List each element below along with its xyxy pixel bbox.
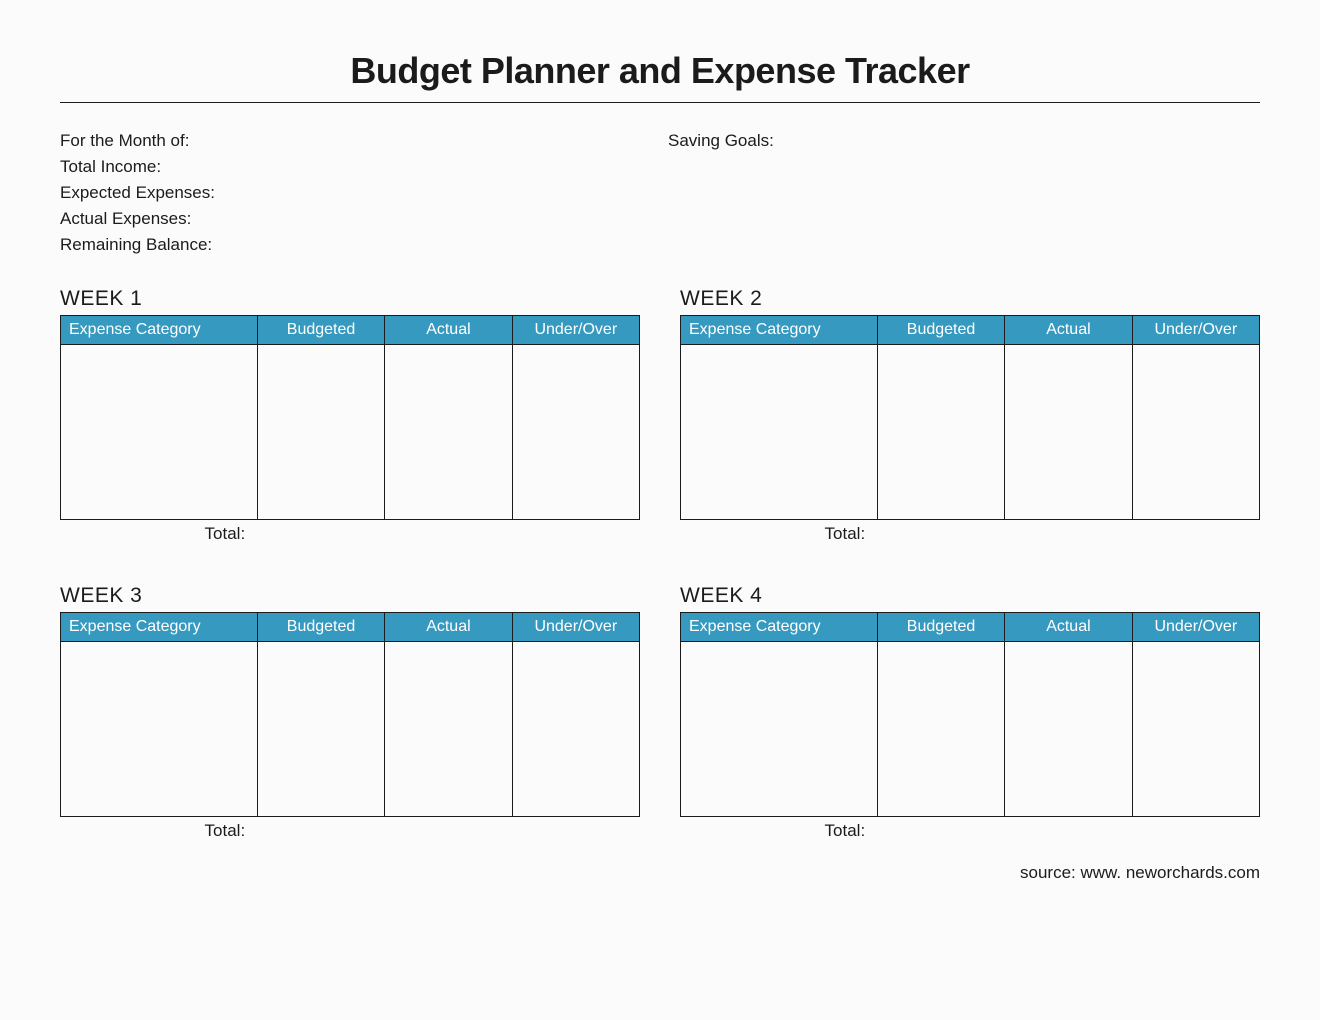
- week-title: WEEK 2: [680, 287, 1260, 311]
- table-row: [681, 345, 1260, 520]
- cell-actual: [385, 642, 512, 817]
- cell-actual: [1005, 642, 1132, 817]
- col-header-budgeted: Budgeted: [257, 316, 384, 345]
- col-header-budgeted: Budgeted: [877, 316, 1004, 345]
- cell-category: [681, 345, 878, 520]
- page-title: Budget Planner and Expense Tracker: [60, 50, 1260, 103]
- week-table: Expense Category Budgeted Actual Under/O…: [60, 612, 640, 817]
- meta-section: For the Month of: Total Income: Expected…: [60, 131, 1260, 255]
- cell-category: [681, 642, 878, 817]
- table-row: [61, 345, 640, 520]
- weeks-grid: WEEK 1 Expense Category Budgeted Actual …: [60, 287, 1260, 841]
- col-header-category: Expense Category: [61, 613, 258, 642]
- cell-under-over: [1132, 642, 1259, 817]
- total-row: Total:: [60, 524, 640, 544]
- col-header-under-over: Under/Over: [1132, 316, 1259, 345]
- total-label: Total:: [60, 821, 257, 841]
- meta-right-column: Saving Goals:: [660, 131, 1260, 255]
- week-block-3: WEEK 3 Expense Category Budgeted Actual …: [60, 584, 640, 841]
- cell-budgeted: [257, 642, 384, 817]
- col-header-under-over: Under/Over: [1132, 613, 1259, 642]
- cell-budgeted: [877, 345, 1004, 520]
- income-label: Total Income:: [60, 157, 660, 177]
- remaining-balance-label: Remaining Balance:: [60, 235, 660, 255]
- total-label: Total:: [680, 821, 877, 841]
- total-row: Total:: [680, 821, 1260, 841]
- cell-category: [61, 642, 258, 817]
- total-row: Total:: [60, 821, 640, 841]
- week-title: WEEK 4: [680, 584, 1260, 608]
- actual-expenses-label: Actual Expenses:: [60, 209, 660, 229]
- total-row: Total:: [680, 524, 1260, 544]
- col-header-under-over: Under/Over: [512, 316, 639, 345]
- source-footer: source: www. neworchards.com: [60, 863, 1260, 883]
- col-header-under-over: Under/Over: [512, 613, 639, 642]
- col-header-actual: Actual: [1005, 316, 1132, 345]
- week-table: Expense Category Budgeted Actual Under/O…: [680, 612, 1260, 817]
- week-table: Expense Category Budgeted Actual Under/O…: [60, 315, 640, 520]
- saving-goals-label: Saving Goals:: [668, 131, 1260, 151]
- cell-actual: [1005, 345, 1132, 520]
- week-title: WEEK 1: [60, 287, 640, 311]
- cell-budgeted: [257, 345, 384, 520]
- table-row: [61, 642, 640, 817]
- col-header-category: Expense Category: [681, 613, 878, 642]
- cell-under-over: [512, 345, 639, 520]
- col-header-actual: Actual: [1005, 613, 1132, 642]
- total-label: Total:: [680, 524, 877, 544]
- week-block-4: WEEK 4 Expense Category Budgeted Actual …: [680, 584, 1260, 841]
- expected-expenses-label: Expected Expenses:: [60, 183, 660, 203]
- col-header-budgeted: Budgeted: [877, 613, 1004, 642]
- table-row: [681, 642, 1260, 817]
- col-header-actual: Actual: [385, 316, 512, 345]
- col-header-budgeted: Budgeted: [257, 613, 384, 642]
- week-title: WEEK 3: [60, 584, 640, 608]
- cell-under-over: [1132, 345, 1259, 520]
- meta-left-column: For the Month of: Total Income: Expected…: [60, 131, 660, 255]
- total-label: Total:: [60, 524, 257, 544]
- cell-actual: [385, 345, 512, 520]
- week-block-2: WEEK 2 Expense Category Budgeted Actual …: [680, 287, 1260, 544]
- month-label: For the Month of:: [60, 131, 660, 151]
- col-header-category: Expense Category: [681, 316, 878, 345]
- cell-category: [61, 345, 258, 520]
- week-table: Expense Category Budgeted Actual Under/O…: [680, 315, 1260, 520]
- week-block-1: WEEK 1 Expense Category Budgeted Actual …: [60, 287, 640, 544]
- cell-budgeted: [877, 642, 1004, 817]
- cell-under-over: [512, 642, 639, 817]
- col-header-category: Expense Category: [61, 316, 258, 345]
- col-header-actual: Actual: [385, 613, 512, 642]
